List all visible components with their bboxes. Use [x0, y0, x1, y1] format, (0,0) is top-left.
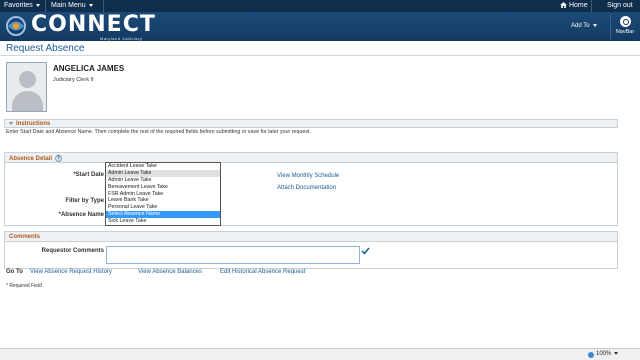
- absence-detail-title: Absence Detail?: [9, 155, 63, 163]
- comments-header: Comments: [4, 231, 618, 242]
- absence-option[interactable]: Admin Leave Take: [106, 169, 220, 177]
- title-divider: [0, 55, 640, 56]
- instructions-title: Instructions: [9, 121, 50, 127]
- chevron-down-icon: [614, 351, 619, 355]
- globe-icon: [588, 352, 594, 358]
- avatar-body: [12, 91, 43, 111]
- page-title: Request Absence: [6, 43, 85, 54]
- favorites-label: Favorites: [4, 2, 33, 9]
- sign-out-link[interactable]: Sign out: [607, 1, 633, 11]
- employee-name: ANGELICA JAMES: [53, 64, 125, 73]
- spell-check-icon[interactable]: [361, 247, 370, 255]
- banner-divider: [610, 14, 611, 39]
- avatar-head: [19, 71, 36, 88]
- app-banner: CONNECT Maryland Judiciary Add To NavBar: [0, 12, 640, 41]
- main-menu-label: Main Menu: [51, 2, 86, 9]
- navbar-label: NavBar: [615, 29, 635, 35]
- view-absence-request-history-link[interactable]: View Absence Request History: [30, 269, 112, 275]
- logo-subtitle: Maryland Judiciary: [100, 36, 143, 41]
- navbar-button[interactable]: NavBar: [612, 14, 638, 40]
- main-menu[interactable]: Main Menu: [51, 1, 93, 11]
- absence-option-selected[interactable]: Select Absence Name: [106, 211, 220, 219]
- comments-title: Comments: [9, 234, 41, 240]
- absence-option[interactable]: Bereavement Leave Take: [106, 184, 220, 191]
- start-date-label: *Start Date: [73, 172, 104, 178]
- goto-label: Go To: [6, 269, 23, 275]
- view-absence-balances-link[interactable]: View Absence Balances: [138, 269, 202, 275]
- filter-by-type-label: Filter by Type: [65, 198, 104, 204]
- home-link[interactable]: Home: [560, 1, 588, 11]
- view-monthly-schedule-link[interactable]: View Monthly Schedule: [277, 173, 339, 179]
- absence-name-label: *Absence Name: [58, 212, 104, 218]
- menu-divider: [591, 0, 592, 12]
- add-to-label: Add To: [571, 23, 590, 29]
- instructions-text: Enter Start Date and Absence Name. Then …: [6, 129, 311, 135]
- required-field-note: * Required Field: [6, 283, 42, 289]
- logo-icon: [6, 16, 26, 36]
- logo-text: CONNECT: [31, 12, 156, 37]
- requestor-comments-input[interactable]: [106, 246, 360, 264]
- instructions-label: Instructions: [16, 121, 51, 127]
- chevron-down-icon: [35, 3, 40, 7]
- collapse-icon: [9, 121, 13, 125]
- absence-option[interactable]: FSR Admin Leave Take: [106, 191, 220, 198]
- attach-documentation-link[interactable]: Attach Documentation: [277, 185, 336, 191]
- zoom-value: 100%: [596, 351, 612, 357]
- menu-divider: [103, 0, 104, 12]
- absence-option[interactable]: Personal Leave Take: [106, 204, 220, 211]
- absence-option[interactable]: Accident Leave Take: [106, 163, 220, 170]
- absence-option[interactable]: Leave Bank Take: [106, 197, 220, 204]
- browser-status-bar: 100%: [0, 348, 640, 360]
- absence-name-dropdown-list[interactable]: Accident Leave Take Admin Leave Take Adm…: [105, 162, 221, 226]
- absence-option[interactable]: Admin Leave Take: [106, 177, 220, 184]
- add-to-menu[interactable]: Add To: [571, 23, 597, 29]
- absence-option[interactable]: Sick Leave Take: [106, 218, 220, 225]
- requestor-comments-label: Requestor Comments: [41, 248, 104, 254]
- instructions-header[interactable]: Instructions: [4, 119, 618, 128]
- avatar: [6, 62, 47, 112]
- home-label: Home: [568, 2, 588, 9]
- chevron-down-icon: [88, 3, 93, 7]
- employee-job-title: Judiciary Clerk II: [53, 77, 94, 83]
- zoom-level[interactable]: 100%: [596, 351, 619, 357]
- absence-detail-header: Absence Detail?: [4, 152, 618, 163]
- absence-detail-label: Absence Detail: [9, 156, 53, 163]
- favorites-menu[interactable]: Favorites: [4, 1, 40, 11]
- chevron-down-icon: [592, 23, 597, 27]
- top-menu-bar: Favorites Main Menu Home Sign out: [0, 0, 640, 12]
- help-icon[interactable]: ?: [55, 155, 63, 162]
- compass-icon: [619, 16, 631, 27]
- menu-divider: [45, 0, 46, 12]
- home-icon: [560, 2, 567, 8]
- edit-historical-absence-request-link[interactable]: Edit Historical Absence Request: [220, 269, 305, 275]
